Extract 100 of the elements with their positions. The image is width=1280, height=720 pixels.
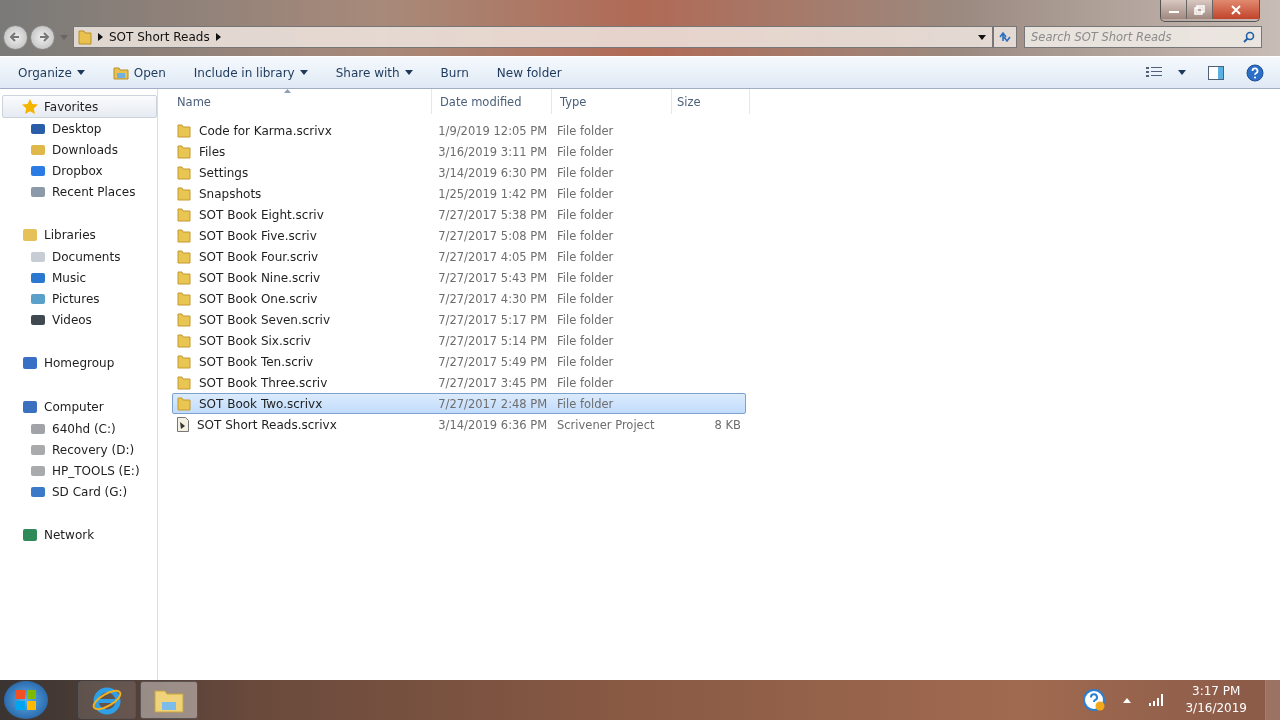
file-type: File folder (557, 396, 614, 411)
view-options-icon[interactable] (1146, 66, 1162, 79)
date-modified: 7/27/2017 5:49 PM (438, 354, 548, 369)
file-row[interactable]: SOT Book Two.scrivx 7/27/2017 2:48 PM File folder (172, 393, 746, 414)
file-type: File folder (557, 165, 614, 180)
preview-pane-icon[interactable] (1208, 65, 1224, 80)
refresh-button[interactable] (993, 26, 1017, 48)
file-row[interactable]: SOT Book Five.scriv 7/27/2017 5:08 PM File folder (172, 225, 746, 246)
file-row[interactable]: Snapshots 1/25/2019 1:42 PM File folder (172, 183, 746, 204)
file-type: File folder (557, 312, 614, 327)
sidebar-item[interactable]: Recent Places (0, 181, 157, 202)
file-name: Code for Karma.scrivx (199, 123, 332, 138)
sidebar-item[interactable]: SD Card (G:) (0, 481, 157, 502)
caret-icon[interactable] (1123, 697, 1132, 703)
file-row[interactable]: Files 3/16/2019 3:11 PM File folder (172, 141, 746, 162)
sidebar-item[interactable]: 640hd (C:) (0, 418, 157, 439)
chevron-icon[interactable] (98, 33, 103, 41)
sidebar-item[interactable]: Videos (0, 309, 157, 330)
breadcrumb-item[interactable]: SOT Short Reads (109, 30, 210, 44)
folder-icon (177, 165, 191, 180)
folder-icon (177, 144, 191, 159)
toolbar-button[interactable]: Organize (8, 61, 95, 84)
file-row[interactable]: SOT Book Nine.scriv 7/27/2017 5:43 PM File folder (172, 267, 746, 288)
file-row[interactable]: SOT Book Ten.scriv 7/27/2017 5:49 PM File folder (172, 351, 746, 372)
sidebar-item[interactable]: HP_TOOLS (E:) (0, 460, 157, 481)
sidebar-item[interactable]: Downloads (0, 139, 157, 160)
address-bar[interactable]: SOT Short Reads (73, 26, 993, 48)
file-type: File folder (557, 375, 614, 390)
folder-icon (112, 65, 129, 80)
column-header[interactable]: Type (552, 89, 672, 114)
windows-logo-icon (16, 690, 36, 710)
file-row[interactable]: Code for Karma.scrivx 1/9/2019 12:05 PM File folder (172, 120, 746, 141)
file-name: Snapshots (199, 186, 262, 201)
date-modified: 3/16/2019 3:11 PM (438, 144, 548, 159)
date-modified: 7/27/2017 5:17 PM (438, 312, 548, 327)
file-size: 8 KB (714, 417, 741, 432)
folder-icon (177, 186, 191, 201)
forward-button[interactable] (30, 24, 55, 50)
restore-button[interactable] (1187, 0, 1213, 19)
folder-icon (177, 228, 191, 243)
sort-arrow-icon (284, 89, 291, 93)
file-type: File folder (557, 186, 614, 201)
sidebar-item[interactable]: Libraries (2, 223, 157, 246)
explorer-taskbar-button[interactable] (140, 681, 198, 719)
sidebar-item[interactable]: Dropbox (0, 160, 157, 181)
file-row[interactable]: SOT Book Seven.scriv 7/27/2017 5:17 PM File folder (172, 309, 746, 330)
file-type: File folder (557, 270, 614, 285)
date-modified: 7/27/2017 4:30 PM (438, 291, 548, 306)
help-icon[interactable] (1246, 63, 1264, 82)
file-row[interactable]: SOT Book One.scriv 7/27/2017 4:30 PM File folder (172, 288, 746, 309)
file-row[interactable]: SOT Book Six.scriv 7/27/2017 5:14 PM File folder (172, 330, 746, 351)
file-name: SOT Book Ten.scriv (199, 354, 314, 369)
sidebar-item[interactable]: Computer (2, 395, 157, 418)
toolbar-button[interactable]: New folder (486, 61, 572, 84)
sidebar-item[interactable]: Network (2, 523, 157, 546)
toolbar-button[interactable]: Include in library (183, 61, 318, 84)
toolbar-button[interactable]: Open (102, 61, 176, 84)
search-icon (1243, 31, 1255, 43)
toolbar-button[interactable]: Share with (325, 61, 423, 84)
start-button[interactable] (4, 681, 48, 719)
sidebar-item[interactable]: Documents (0, 246, 157, 267)
sidebar-item[interactable]: Pictures (0, 288, 157, 309)
sidebar-item[interactable]: Music (0, 267, 157, 288)
file-row[interactable]: SOT Book Four.scriv 7/27/2017 4:05 PM File folder (172, 246, 746, 267)
sidebar-item[interactable]: Favorites (2, 95, 157, 118)
file-row[interactable]: SOT Book Eight.scriv 7/27/2017 5:38 PM File folder (172, 204, 746, 225)
sidebar-item[interactable]: Homegroup (2, 351, 157, 374)
date-modified: 3/14/2019 6:30 PM (438, 165, 548, 180)
chevron-icon[interactable] (215, 33, 221, 41)
folder-icon (78, 29, 92, 45)
help-icon[interactable] (1083, 689, 1106, 711)
clock-date: 3/16/2019 (1185, 700, 1247, 717)
file-row[interactable]: SOT Short Reads.scrivx 3/14/2019 6:36 PM Scrivener Project 8 KB (172, 414, 746, 435)
clock[interactable]: 3:17 PM 3/16/2019 (1185, 683, 1247, 717)
date-modified: 1/25/2019 1:42 PM (438, 186, 548, 201)
dropdown-arrow-icon (76, 70, 85, 75)
dropdown-arrow-icon[interactable] (1178, 70, 1186, 75)
back-button[interactable] (3, 24, 28, 50)
toolbar-button[interactable]: Burn (430, 61, 479, 84)
date-modified: 7/27/2017 4:05 PM (438, 249, 548, 264)
file-name: SOT Book One.scriv (199, 291, 318, 306)
column-header[interactable]: Size (672, 89, 750, 114)
dropdown-arrow-icon[interactable] (978, 34, 986, 40)
sidebar-item[interactable]: Desktop (0, 118, 157, 139)
signal-icon[interactable] (1149, 694, 1166, 706)
close-button[interactable] (1213, 0, 1259, 19)
column-header[interactable]: Date modified (432, 89, 552, 114)
file-row[interactable]: Settings 3/14/2019 6:30 PM File folder (172, 162, 746, 183)
file-name: SOT Book Six.scriv (199, 333, 311, 348)
file-row[interactable]: SOT Book Three.scriv 7/27/2017 3:45 PM File folder (172, 372, 746, 393)
file-type: File folder (557, 249, 614, 264)
search-field[interactable]: Search SOT Short Reads (1024, 26, 1262, 48)
sidebar-item[interactable]: Recovery (D:) (0, 439, 157, 460)
folder-icon (177, 291, 191, 306)
folder-icon (154, 687, 184, 713)
file-name: SOT Book Eight.scriv (199, 207, 324, 222)
file-name: SOT Book Nine.scriv (199, 270, 321, 285)
minimize-button[interactable] (1161, 0, 1187, 19)
document-icon (177, 417, 189, 432)
browser-taskbar-button[interactable] (78, 681, 136, 719)
